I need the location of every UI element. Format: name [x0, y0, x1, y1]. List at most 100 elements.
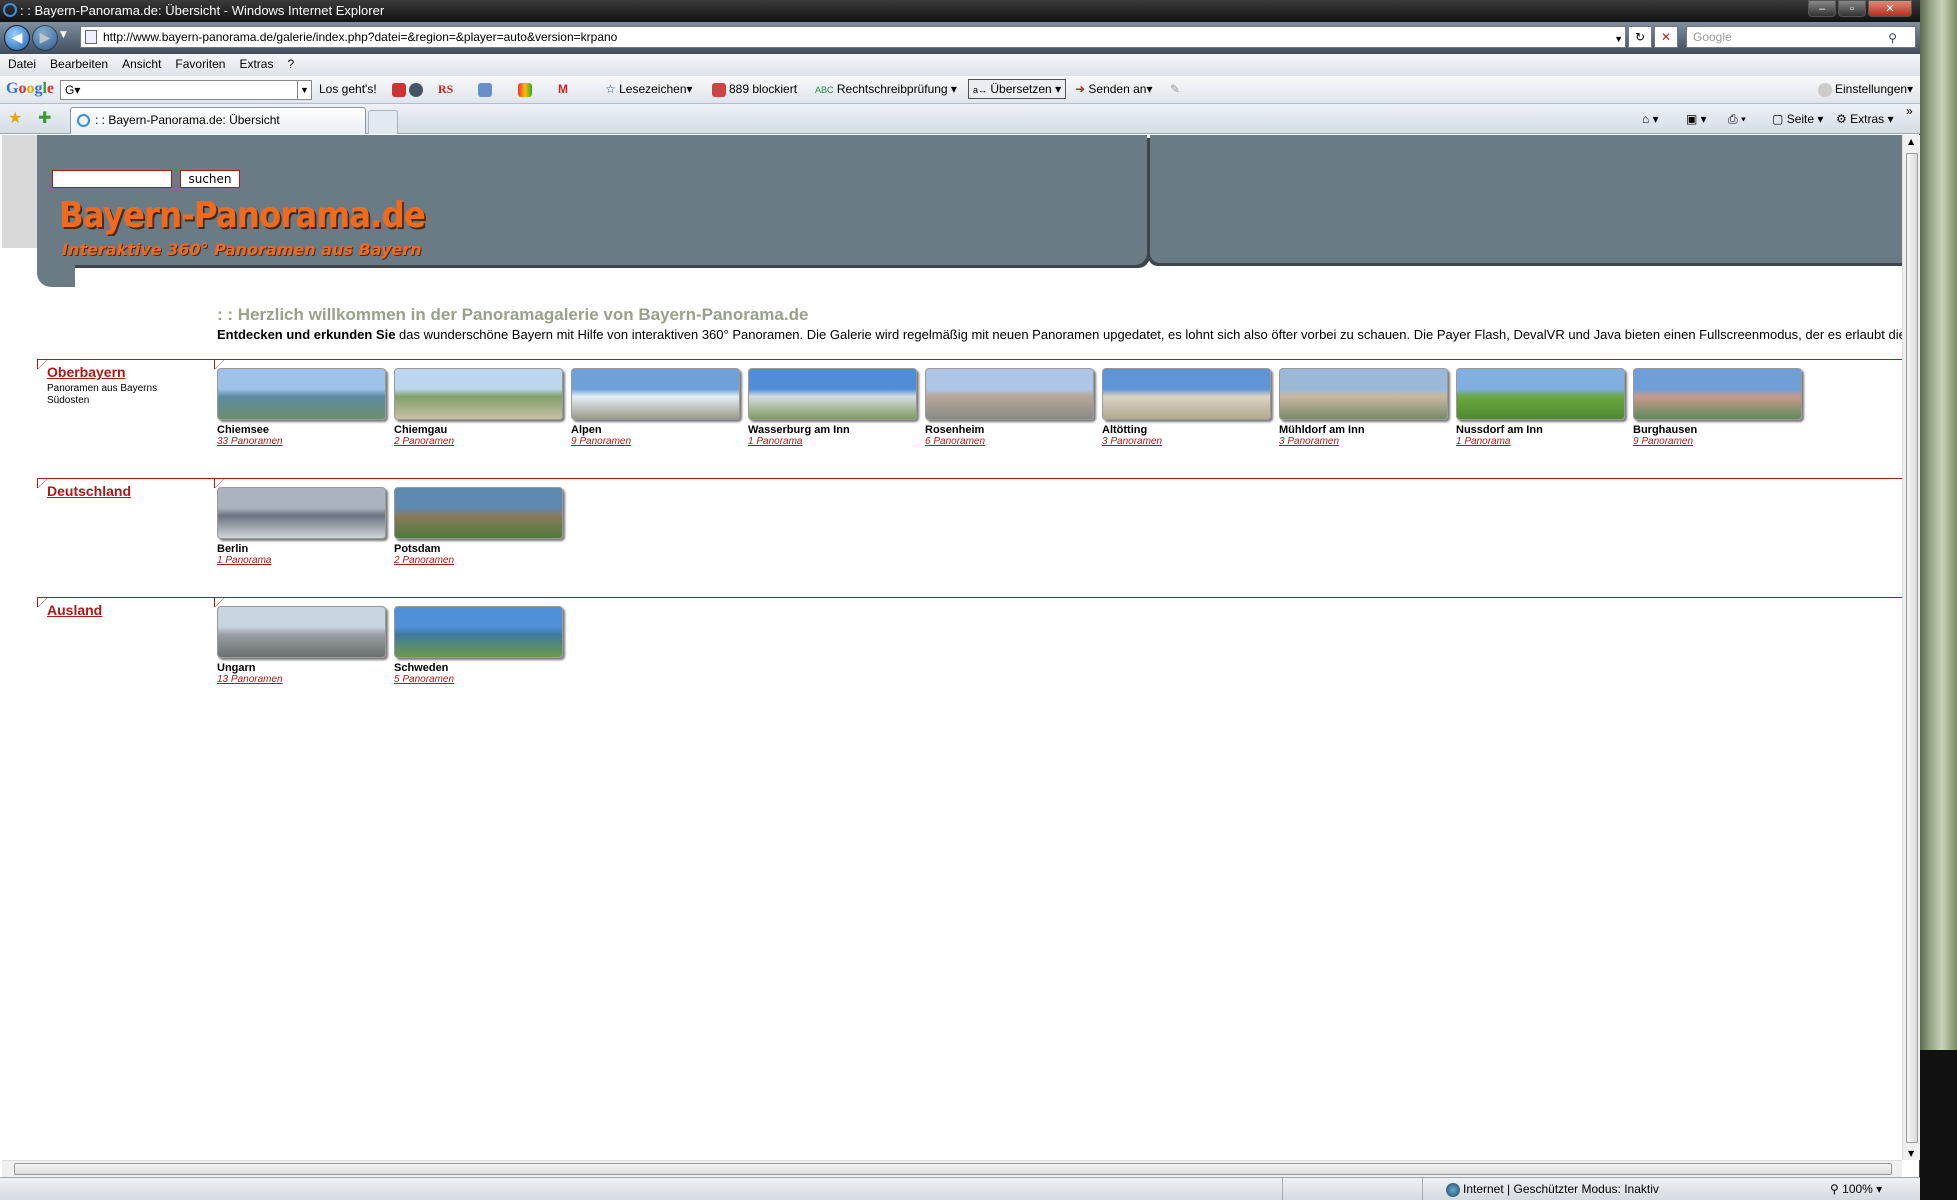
popup-blocked-count[interactable]: 889 blockiert: [729, 82, 797, 96]
region-name[interactable]: Wasserburg am Inn: [748, 424, 925, 436]
feeds-icon[interactable]: ▣ ▾: [1686, 112, 1707, 126]
rs-button[interactable]: RS: [438, 82, 453, 97]
vertical-scroll-thumb[interactable]: [1906, 153, 1918, 1143]
region-tile[interactable]: Chiemsee 33 Panoramen: [217, 368, 394, 447]
panorama-thumbnail[interactable]: [748, 368, 917, 420]
add-favorite-icon[interactable]: ✚: [38, 108, 51, 128]
refresh-button[interactable]: ↻: [1628, 26, 1652, 48]
menu-extras[interactable]: Extras: [233, 54, 279, 75]
menu-bearbeiten[interactable]: Bearbeiten: [44, 54, 114, 75]
panorama-count-link[interactable]: 2 Panoramen: [394, 555, 571, 566]
panorama-thumbnail[interactable]: [217, 606, 386, 658]
section-title-link[interactable]: Ausland: [47, 602, 102, 618]
section-title-link[interactable]: Deutschland: [47, 483, 131, 499]
maximize-button[interactable]: ▫: [1838, 0, 1866, 17]
region-tile[interactable]: Altötting 3 Panoramen: [1102, 368, 1279, 447]
panorama-thumbnail[interactable]: [1633, 368, 1802, 420]
favorites-star-icon[interactable]: ★: [8, 108, 22, 128]
region-tile[interactable]: Alpen 9 Panoramen: [571, 368, 748, 447]
region-tile[interactable]: Ungarn 13 Panoramen: [217, 606, 394, 685]
url-dropdown-icon[interactable]: ▼: [1614, 29, 1623, 49]
translate-button[interactable]: a↔ Übersetzen ▾: [968, 79, 1067, 99]
region-tile[interactable]: Wasserburg am Inn 1 Panorama: [748, 368, 925, 447]
region-tile[interactable]: Rosenheim 6 Panoramen: [925, 368, 1102, 447]
close-button[interactable]: ✕: [1868, 0, 1912, 17]
region-tile[interactable]: Mühldorf am Inn 3 Panoramen: [1279, 368, 1456, 447]
panorama-count-link[interactable]: 5 Panoramen: [394, 674, 571, 685]
site-search-input[interactable]: [52, 170, 172, 188]
tab-bayern-panorama[interactable]: : : Bayern-Panorama.de: Übersicht: [70, 107, 366, 134]
spellcheck-button[interactable]: Rechtschreibprüfung: [837, 82, 948, 96]
panorama-thumbnail[interactable]: [1456, 368, 1625, 420]
region-name[interactable]: Rosenheim: [925, 424, 1102, 436]
search-field[interactable]: Google ⚲: [1686, 26, 1916, 48]
panorama-thumbnail[interactable]: [571, 368, 740, 420]
history-dropdown-icon[interactable]: ▼: [60, 30, 67, 40]
panorama-count-link[interactable]: 13 Panoramen: [217, 674, 394, 685]
pagerank-icon[interactable]: [409, 82, 423, 97]
region-name[interactable]: Ungarn: [217, 662, 394, 674]
horizontal-scrollbar[interactable]: [2, 1160, 1902, 1177]
panorama-count-link[interactable]: 1 Panorama: [748, 436, 925, 447]
horizontal-scroll-thumb[interactable]: [14, 1163, 1892, 1175]
region-tile[interactable]: Berlin 1 Panorama: [217, 487, 394, 566]
lesezeichen-button[interactable]: Lesezeichen▾: [619, 82, 692, 96]
panorama-count-link[interactable]: 3 Panoramen: [1279, 436, 1456, 447]
minimize-button[interactable]: –: [1808, 0, 1836, 17]
panorama-count-link[interactable]: 3 Panoramen: [1102, 436, 1279, 447]
site-search-button[interactable]: suchen: [180, 170, 240, 188]
site-logo[interactable]: Bayern-Panorama.de: [59, 195, 426, 236]
panorama-thumbnail[interactable]: [217, 487, 386, 539]
google-input-dropdown-icon[interactable]: ▼: [297, 81, 311, 99]
vertical-scrollbar[interactable]: ▲ ▼: [1902, 135, 1920, 1160]
google-search-input[interactable]: G▾ ▼: [60, 80, 312, 100]
panorama-count-link[interactable]: 1 Panorama: [1456, 436, 1633, 447]
region-name[interactable]: Chiemgau: [394, 424, 571, 436]
send-button[interactable]: Senden an▾: [1088, 82, 1152, 96]
region-tile[interactable]: Potsdam 2 Panoramen: [394, 487, 571, 566]
google-go-button[interactable]: Los geht's!: [319, 82, 377, 96]
menu-help[interactable]: ?: [281, 54, 300, 75]
extras-menu[interactable]: Extras: [1850, 112, 1884, 126]
back-button[interactable]: ◀: [4, 25, 30, 51]
region-tile[interactable]: Schweden 5 Panoramen: [394, 606, 571, 685]
new-tab-button[interactable]: [368, 110, 398, 134]
section-title-link[interactable]: Oberbayern: [47, 364, 126, 380]
home-icon[interactable]: ⌂ ▾: [1642, 112, 1659, 126]
gmail-icon[interactable]: M: [558, 82, 568, 96]
settings-button[interactable]: Einstellungen▾: [1835, 82, 1913, 96]
menu-favoriten[interactable]: Favoriten: [169, 54, 231, 75]
panorama-count-link[interactable]: 1 Panorama: [217, 555, 394, 566]
panorama-thumbnail[interactable]: [925, 368, 1094, 420]
autofill-icon[interactable]: [518, 82, 532, 97]
print-icon[interactable]: ⎙ ▾: [1728, 112, 1746, 127]
panorama-thumbnail[interactable]: [217, 368, 386, 420]
region-name[interactable]: Schweden: [394, 662, 571, 674]
menu-ansicht[interactable]: Ansicht: [116, 54, 167, 75]
panorama-thumbnail[interactable]: [394, 368, 563, 420]
region-name[interactable]: Chiemsee: [217, 424, 394, 436]
bookmark-icon[interactable]: [392, 82, 406, 97]
security-zone[interactable]: Internet | Geschützter Modus: Inaktiv: [1463, 1182, 1659, 1196]
menu-datei[interactable]: Datei: [2, 54, 42, 75]
region-name[interactable]: Potsdam: [394, 543, 571, 555]
zoom-level[interactable]: 100%: [1842, 1182, 1873, 1196]
region-name[interactable]: Nussdorf am Inn: [1456, 424, 1633, 436]
region-tile[interactable]: Nussdorf am Inn 1 Panorama: [1456, 368, 1633, 447]
overflow-icon[interactable]: »: [1906, 104, 1913, 118]
google-logo[interactable]: Google: [6, 80, 54, 98]
url-field[interactable]: http://www.bayern-panorama.de/galerie/in…: [80, 26, 1626, 48]
region-name[interactable]: Alpen: [571, 424, 748, 436]
forward-button[interactable]: ▶: [32, 25, 58, 51]
stop-button[interactable]: ✕: [1654, 26, 1678, 48]
region-tile[interactable]: Chiemgau 2 Panoramen: [394, 368, 571, 447]
panorama-count-link[interactable]: 6 Panoramen: [925, 436, 1102, 447]
panorama-thumbnail[interactable]: [1279, 368, 1448, 420]
page-menu[interactable]: Seite: [1787, 112, 1814, 126]
region-name[interactable]: Altötting: [1102, 424, 1279, 436]
panorama-count-link[interactable]: 33 Panoramen: [217, 436, 394, 447]
region-name[interactable]: Mühldorf am Inn: [1279, 424, 1456, 436]
region-name[interactable]: Burghausen: [1633, 424, 1810, 436]
region-tile[interactable]: Burghausen 9 Panoramen: [1633, 368, 1810, 447]
share-icon[interactable]: [478, 82, 492, 97]
